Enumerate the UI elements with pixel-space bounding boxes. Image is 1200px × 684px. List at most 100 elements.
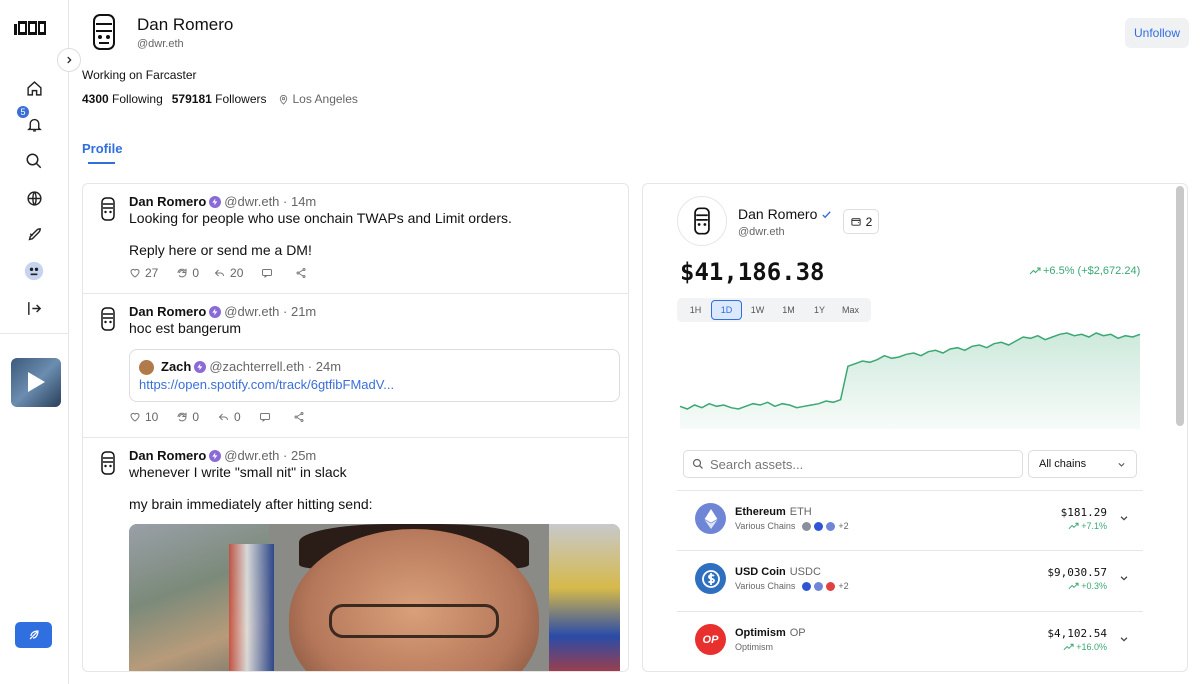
home-nav-button[interactable] <box>22 76 46 100</box>
cast-author-avatar[interactable] <box>95 450 121 476</box>
quoted-cast[interactable]: Zach @zachterrell.eth · 24m https://open… <box>129 349 620 402</box>
wallet-count-button[interactable]: 2 <box>843 209 879 234</box>
share-button[interactable] <box>295 267 307 279</box>
quote-button[interactable] <box>261 267 273 279</box>
reply-icon <box>214 269 225 277</box>
play-icon <box>28 372 45 392</box>
asset-chains: Optimism <box>735 642 773 652</box>
range-1m[interactable]: 1M <box>773 300 804 320</box>
farcaster-logo-icon[interactable] <box>14 21 46 35</box>
cast-image[interactable] <box>129 524 620 671</box>
wallet-icon <box>851 218 861 226</box>
share-icon <box>296 268 306 278</box>
like-button[interactable]: 27 <box>129 266 158 280</box>
launch-nav-button[interactable] <box>22 222 46 246</box>
chevron-down-icon[interactable] <box>1119 513 1129 523</box>
search-nav-button[interactable] <box>22 149 46 173</box>
power-badge-icon <box>194 360 207 373</box>
like-button[interactable]: 10 <box>129 410 158 424</box>
wallet-owner-handle: @dwr.eth <box>738 226 785 238</box>
profile-bio: Working on Farcaster <box>82 68 197 82</box>
cast-item[interactable]: Dan Romero @dwr.eth · 25m whenever I wri… <box>83 438 628 671</box>
reply-button[interactable]: 20 <box>213 266 243 280</box>
quoted-link[interactable]: https://open.spotify.com/track/6gtfibFMa… <box>139 377 394 392</box>
range-1h[interactable]: 1H <box>680 300 711 320</box>
power-badge-icon <box>209 449 222 462</box>
left-sidebar: 5 <box>0 0 69 684</box>
globe-icon <box>26 190 42 206</box>
asset-symbol: ETH <box>789 506 812 518</box>
ethereum-icon <box>695 503 726 534</box>
recast-icon <box>177 268 187 278</box>
range-max[interactable]: Max <box>835 300 866 320</box>
asset-search[interactable] <box>683 450 1023 478</box>
cast-meta: Dan Romero @dwr.eth · 21m <box>129 304 316 319</box>
cast-actions: 27 0 20 <box>129 266 307 280</box>
range-1w[interactable]: 1W <box>742 300 773 320</box>
followers-stat[interactable]: 579181 Followers <box>172 92 267 106</box>
asset-change: +0.3% <box>1068 581 1107 591</box>
chain-filter-value: All chains <box>1039 458 1087 470</box>
cast-item[interactable]: Dan Romero @dwr.eth · 14m Looking for pe… <box>83 184 628 294</box>
chain-filter-select[interactable]: All chains <box>1028 450 1137 478</box>
recast-button[interactable]: 0 <box>176 410 199 424</box>
share-button[interactable] <box>293 411 305 423</box>
profile-location: Los Angeles <box>278 92 358 106</box>
profile-stats: 4300 Following 579181 Followers Los Ange… <box>82 92 358 106</box>
cast-item[interactable]: Dan Romero @dwr.eth · 21m hoc est banger… <box>83 294 628 438</box>
reply-button[interactable]: 0 <box>217 410 241 424</box>
cast-author-avatar[interactable] <box>95 306 121 332</box>
cast-author-avatar[interactable] <box>95 196 121 222</box>
asset-row[interactable]: USD Coin USDC Various Chains +2 $9,030.57… <box>677 550 1143 610</box>
asset-name: USD Coin USDC <box>735 566 821 578</box>
explore-nav-button[interactable] <box>22 186 46 210</box>
range-1y[interactable]: 1Y <box>804 300 835 320</box>
following-count: 4300 <box>82 92 109 106</box>
asset-value: $9,030.57 <box>1047 566 1107 579</box>
logout-nav-button[interactable] <box>22 296 46 320</box>
asset-name: Optimism OP <box>735 627 806 639</box>
asset-row[interactable]: OP Optimism OP Optimism $4,102.54 +16.0% <box>677 611 1143 671</box>
collapse-sidebar-button[interactable] <box>57 48 81 72</box>
notifications-nav-button[interactable]: 5 <box>17 106 46 136</box>
portfolio-chart[interactable] <box>680 329 1140 429</box>
following-label: Following <box>112 92 163 106</box>
profile-nav-button[interactable] <box>22 259 46 283</box>
asset-row[interactable]: Ethereum ETH Various Chains +2 $181.29 +7… <box>677 490 1143 550</box>
cast-text-line: whenever I write "small nit" in slack <box>129 464 347 480</box>
chevron-down-icon[interactable] <box>1119 573 1129 583</box>
asset-change-text: +7.1% <box>1081 521 1107 531</box>
chevron-right-icon <box>67 56 72 64</box>
wallet-avatar <box>677 196 727 246</box>
asset-name-text: USD Coin <box>735 566 786 578</box>
profile-name: Dan Romero <box>137 15 234 34</box>
chevron-down-icon[interactable] <box>1119 634 1129 644</box>
cast-author-name[interactable]: Dan Romero <box>129 304 206 319</box>
cast-author-name[interactable]: Dan Romero <box>129 194 206 209</box>
cast-text-line: Reply here or send me a DM! <box>129 242 312 258</box>
quote-button[interactable] <box>259 411 271 423</box>
cast-author-name[interactable]: Dan Romero <box>129 448 206 463</box>
reply-count: 20 <box>230 266 244 280</box>
quoted-cast-meta: Zach @zachterrell.eth · 24m <box>161 359 341 374</box>
asset-search-input[interactable] <box>710 456 1010 472</box>
unfollow-button[interactable]: Unfollow <box>1125 18 1189 48</box>
bell-icon <box>26 118 42 132</box>
asset-chain-label: Various Chains <box>735 521 796 531</box>
compose-cast-button[interactable] <box>15 622 52 648</box>
tab-profile[interactable]: Profile <box>82 141 122 156</box>
power-badge-icon <box>209 305 222 318</box>
wallet-scrollbar[interactable] <box>1176 186 1184 426</box>
app-root: 5 Dan Romero @dwr.eth Unfollow Working o… <box>0 0 1200 684</box>
cast-text-line: Looking for people who use onchain TWAPs… <box>129 210 512 226</box>
time-range-selector: 1H 1D 1W 1M 1Y Max <box>677 298 871 322</box>
recast-count: 0 <box>192 410 200 424</box>
range-1d[interactable]: 1D <box>711 300 742 320</box>
asset-change: +7.1% <box>1068 521 1107 531</box>
recast-button[interactable]: 0 <box>176 266 199 280</box>
following-stat[interactable]: 4300 Following <box>82 92 163 106</box>
profile-avatar[interactable] <box>84 12 124 52</box>
portfolio-change: +6.5% (+$2,672.24) <box>1029 265 1140 277</box>
now-playing-thumbnail[interactable] <box>11 358 61 407</box>
rail-divider <box>0 333 68 334</box>
